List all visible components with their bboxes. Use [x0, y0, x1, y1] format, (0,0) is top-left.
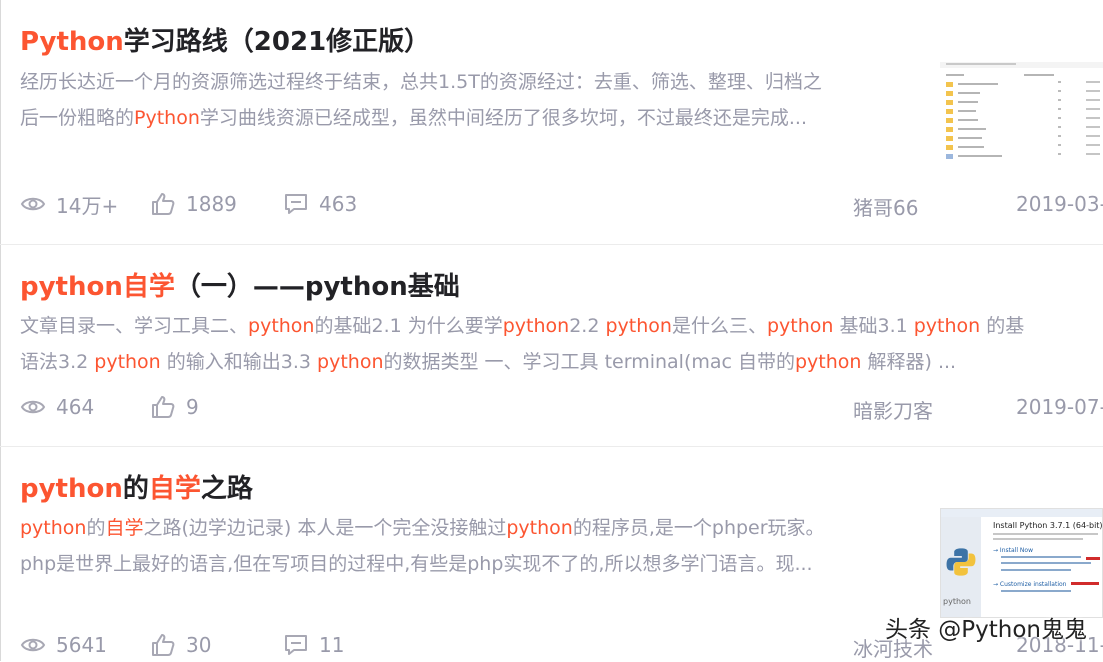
comment-button[interactable]: 463: [283, 189, 357, 219]
article-thumbnail[interactable]: python Install Python 3.7.1 (64-bit) → I…: [940, 508, 1103, 618]
publish-date: 2019-03-: [1016, 192, 1103, 216]
like-button[interactable]: 30: [150, 630, 211, 660]
folder-icon: [946, 117, 953, 123]
author-name[interactable]: 猪哥66: [853, 192, 918, 221]
folder-icon: [946, 153, 953, 159]
like-button[interactable]: 9: [150, 392, 199, 422]
article-card[interactable]: python自学（一）——python基础 文章目录一、学习工具二、python…: [0, 245, 1103, 446]
folder-icon: [946, 99, 953, 105]
comment-icon: [285, 194, 307, 214]
article-summary: 文章目录一、学习工具二、python的基础2.1 为什么要学python2.2 …: [20, 315, 1025, 373]
comment-icon: [285, 635, 307, 655]
article-title[interactable]: Python学习路线（2021修正版）: [20, 25, 430, 59]
folder-icon: [946, 126, 953, 132]
eye-icon: [20, 638, 46, 652]
publish-date: 2019-07-: [1016, 395, 1103, 419]
folder-icon: [946, 81, 953, 87]
comment-button[interactable]: 11: [283, 630, 344, 660]
article-title[interactable]: python自学（一）——python基础: [20, 270, 460, 304]
article-thumbnail[interactable]: [940, 62, 1103, 172]
eye-icon: [20, 400, 46, 414]
article-title[interactable]: python的自学之路: [20, 472, 253, 506]
view-count: 14万+: [20, 189, 118, 219]
folder-icon: [946, 108, 953, 114]
python-logo-icon: [946, 548, 976, 576]
thumb-up-icon: [152, 634, 175, 656]
like-button[interactable]: 1889: [150, 189, 237, 219]
folder-icon: [946, 90, 953, 96]
article-card[interactable]: Python学习路线（2021修正版） 经历长达近一个月的资源筛选过程终于结束，…: [0, 0, 1103, 244]
folder-icon: [946, 144, 953, 150]
thumb-up-icon: [152, 193, 175, 215]
view-count: 5641: [20, 630, 107, 660]
eye-icon: [20, 197, 46, 211]
author-name[interactable]: 暗影刀客: [853, 395, 933, 424]
article-summary: python的自学之路(边学边记录) 本人是一个完全没接触过python的程序员…: [20, 517, 825, 575]
article-summary: 经历长达近一个月的资源筛选过程终于结束，总共1.5T的资源经过：去重、筛选、整理…: [20, 71, 822, 129]
view-count: 464: [20, 392, 94, 422]
folder-icon: [946, 135, 953, 141]
watermark: 头条 @Python鬼鬼: [884, 617, 1087, 643]
thumb-up-icon: [152, 396, 175, 418]
